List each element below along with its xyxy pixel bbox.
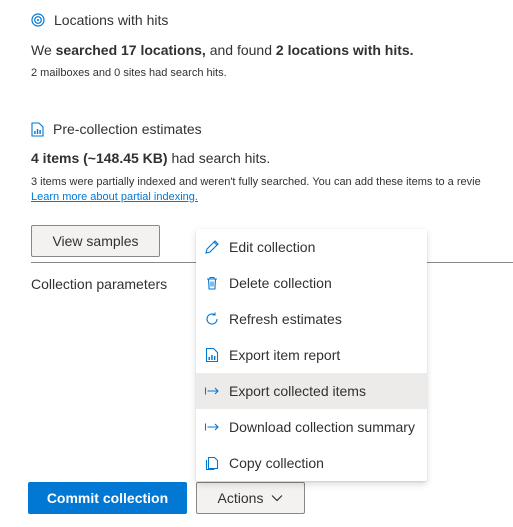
estimates-item-count: 4 items (~148.45 KB) bbox=[31, 150, 168, 166]
menu-item-label: Export collected items bbox=[229, 383, 366, 399]
locations-heading: Locations with hits bbox=[54, 12, 169, 28]
trash-icon bbox=[204, 275, 220, 291]
estimates-item-rest: had search hits. bbox=[167, 150, 271, 166]
menu-item-export-collected-items[interactable]: Export collected items bbox=[196, 373, 427, 409]
summary-locations-with-hits: 2 locations with hits. bbox=[275, 42, 414, 58]
menu-item-label: Edit collection bbox=[229, 239, 316, 255]
locations-section-header: Locations with hits bbox=[31, 12, 168, 28]
menu-item-copy-collection[interactable]: Copy collection bbox=[196, 445, 427, 481]
menu-item-label: Download collection summary bbox=[229, 419, 415, 435]
chevron-down-icon bbox=[271, 494, 283, 502]
actions-button-label: Actions bbox=[217, 490, 264, 506]
menu-item-download-collection-summary[interactable]: Download collection summary bbox=[196, 409, 427, 445]
estimates-heading: Pre-collection estimates bbox=[53, 121, 202, 137]
estimates-summary: 4 items (~148.45 KB) had search hits. bbox=[31, 150, 270, 166]
commit-collection-button[interactable]: Commit collection bbox=[28, 482, 187, 514]
summary-locations-searched: searched 17 locations, bbox=[55, 42, 206, 58]
menu-item-delete-collection[interactable]: Delete collection bbox=[196, 265, 427, 301]
menu-item-label: Export item report bbox=[229, 347, 341, 363]
menu-item-label: Copy collection bbox=[229, 455, 324, 471]
export-arrow-icon bbox=[204, 383, 220, 399]
menu-item-edit-collection[interactable]: Edit collection bbox=[196, 229, 427, 265]
export-arrow-icon bbox=[204, 419, 220, 435]
report-icon bbox=[31, 121, 44, 137]
menu-item-label: Delete collection bbox=[229, 275, 332, 291]
menu-item-label: Refresh estimates bbox=[229, 311, 342, 327]
partial-index-note: 3 items were partially indexed and weren… bbox=[31, 176, 481, 188]
copy-icon bbox=[204, 455, 220, 471]
menu-item-refresh-estimates[interactable]: Refresh estimates bbox=[196, 301, 427, 337]
summary-prefix: We bbox=[31, 42, 56, 58]
locations-summary: We searched 17 locations, and found 2 lo… bbox=[31, 42, 414, 58]
menu-item-export-item-report[interactable]: Export item report bbox=[196, 337, 427, 373]
view-samples-button[interactable]: View samples bbox=[31, 225, 160, 257]
locations-detail: 2 mailboxes and 0 sites had search hits. bbox=[31, 67, 227, 79]
summary-mid: and found bbox=[205, 42, 276, 58]
actions-menu: Edit collection Delete collection Refres… bbox=[196, 229, 427, 481]
estimates-section-header: Pre-collection estimates bbox=[31, 121, 202, 137]
collection-parameters-label: Collection parameters bbox=[31, 276, 168, 292]
target-icon bbox=[31, 13, 45, 27]
pencil-icon bbox=[204, 239, 220, 255]
actions-button[interactable]: Actions bbox=[196, 482, 305, 514]
refresh-icon bbox=[204, 311, 220, 327]
report-icon bbox=[204, 347, 220, 363]
learn-more-link[interactable]: Learn more about partial indexing. bbox=[31, 191, 198, 203]
